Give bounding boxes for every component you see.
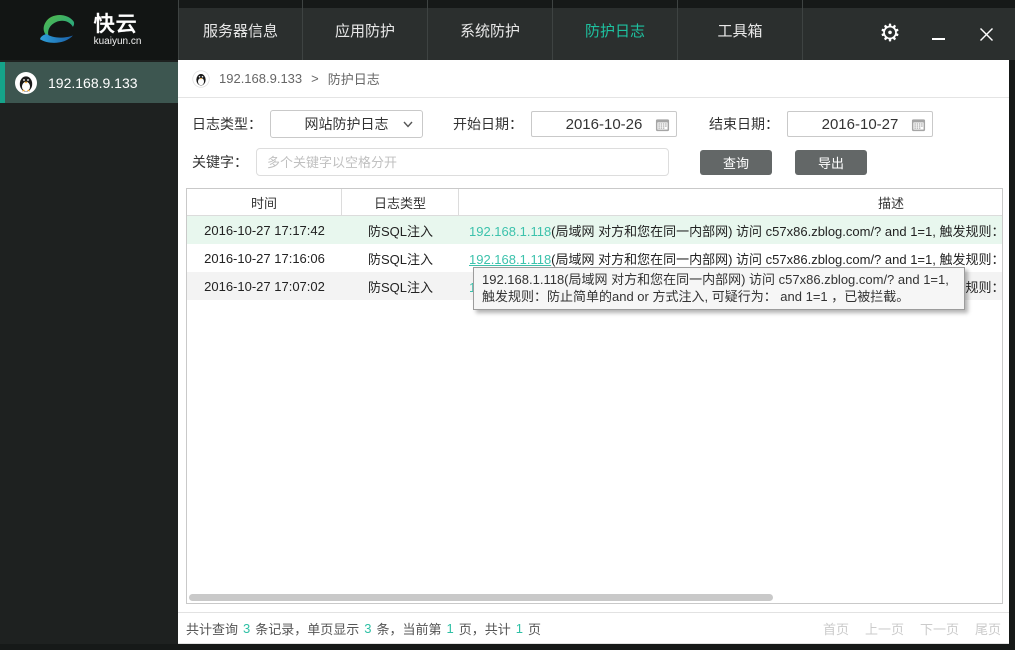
start-date-label: 开始日期： <box>453 116 523 132</box>
pagination-links: 首页 上一页 下一页 尾页 <box>823 619 1001 638</box>
main-nav: 服务器信息 应用防护 系统防护 防护日志 工具箱 <box>178 0 803 60</box>
cell-log-type: 防SQL注入 <box>367 279 433 295</box>
end-date-input[interactable]: 2016-10-27 <box>787 111 933 137</box>
breadcrumb-separator: > <box>311 71 319 86</box>
total-records-count: 3 <box>243 620 251 636</box>
total-pages-count: 1 <box>515 620 523 636</box>
tab-system-protection[interactable]: 系统防护 <box>428 0 553 60</box>
cell-description: 192.168.1.118(局域网 对方和您在同一内部网) 访问 c57x86.… <box>459 221 1002 240</box>
per-page-count: 3 <box>364 620 372 636</box>
top-bar: 快云 kuaiyun.cn 服务器信息 应用防护 系统防护 防护日志 工具箱 ⚙ <box>0 0 1015 60</box>
summary-text: 条，当前第 <box>376 621 442 637</box>
log-type-value: 网站防护日志 <box>304 116 389 132</box>
calendar-icon[interactable] <box>911 117 926 132</box>
tab-server-info[interactable]: 服务器信息 <box>178 0 303 60</box>
close-button[interactable] <box>969 17 1003 51</box>
description-tooltip: 192.168.1.118(局域网 对方和您在同一内部网) 访问 c57x86.… <box>473 267 965 310</box>
linux-penguin-icon <box>15 71 37 94</box>
cell-log-type: 防SQL注入 <box>367 223 433 239</box>
header-time: 时间 <box>187 189 342 215</box>
source-ip-link[interactable]: 192.168.1.118 <box>469 252 551 267</box>
horizontal-scrollbar[interactable] <box>189 594 773 601</box>
server-ip-label: 192.168.9.133 <box>48 74 138 91</box>
header-description: 描述 <box>877 195 904 211</box>
log-type-select[interactable]: 网站防护日志 <box>270 110 423 138</box>
summary-text: 条记录，单页显示 <box>255 621 360 637</box>
log-type-label: 日志类型： <box>192 116 262 132</box>
breadcrumb-page: 防护日志 <box>327 72 380 87</box>
description-text: (局域网 对方和您在同一内部网) 访问 c57x86.zblog.com/? a… <box>551 251 1002 267</box>
gear-icon: ⚙ <box>879 20 901 47</box>
tab-toolbox[interactable]: 工具箱 <box>678 0 803 60</box>
summary-text: 页，共计 <box>458 621 511 637</box>
table-header-row: 时间 日志类型 描述 <box>187 189 1002 216</box>
window-right-edge <box>1009 60 1015 650</box>
chevron-down-icon <box>403 121 413 128</box>
breadcrumb-server: 192.168.9.133 <box>219 71 303 86</box>
keyword-label: 关键字： <box>192 154 248 170</box>
cell-log-type: 防SQL注入 <box>367 251 433 267</box>
logo-subtitle: kuaiyun.cn <box>93 35 142 47</box>
header-log-type: 日志类型 <box>342 189 459 215</box>
table-row[interactable]: 2016-10-27 17:17:42 防SQL注入 192.168.1.118… <box>187 216 1002 244</box>
app-window: 快云 kuaiyun.cn 服务器信息 应用防护 系统防护 防护日志 工具箱 ⚙ <box>0 0 1015 650</box>
close-icon <box>979 27 993 41</box>
filter-row-1: 日志类型： 网站防护日志 开始日期： 2016-10-26 结束日期： 2016… <box>192 110 933 138</box>
sidebar-item-server[interactable]: 192.168.9.133 <box>0 62 178 103</box>
kuaiyun-swirl-icon <box>39 14 74 43</box>
end-date-label: 结束日期： <box>709 116 779 132</box>
cell-description: 192.168.1.118(局域网 对方和您在同一内部网) 访问 c57x86.… <box>459 249 1002 268</box>
linux-penguin-icon <box>192 69 210 88</box>
source-ip-link[interactable]: 192.168.1.118 <box>469 224 551 239</box>
window-controls: ⚙ <box>873 8 1003 60</box>
keyword-input[interactable] <box>256 148 669 176</box>
end-date-value: 2016-10-27 <box>821 115 899 133</box>
description-text: (局域网 对方和您在同一内部网) 访问 c57x86.zblog.com/? a… <box>551 223 1002 239</box>
filter-row-2: 关键字： 查询 导出 <box>192 148 867 176</box>
summary-text: 共计查询 <box>186 621 239 637</box>
prev-page-link[interactable]: 上一页 <box>865 619 904 638</box>
server-sidebar: 192.168.9.133 <box>0 60 178 650</box>
main-content: 192.168.9.133 > 防护日志 日志类型： 网站防护日志 开始日期： … <box>178 60 1009 644</box>
breadcrumb: 192.168.9.133 > 防护日志 <box>178 60 1009 98</box>
next-page-link[interactable]: 下一页 <box>920 619 959 638</box>
log-table: 时间 日志类型 描述 2016-10-27 17:17:42 防SQL注入 19… <box>186 188 1003 604</box>
window-bottom-edge <box>0 644 1015 650</box>
query-button[interactable]: 查询 <box>700 149 772 175</box>
current-page-number: 1 <box>446 620 454 636</box>
summary-text: 页 <box>528 621 542 637</box>
calendar-icon[interactable] <box>655 117 670 132</box>
pagination-bar: 共计查询 3 条记录，单页显示 3 条，当前第 1 页，共计 1 页 首页 上一… <box>178 612 1009 644</box>
settings-button[interactable]: ⚙ <box>873 17 907 51</box>
app-logo: 快云 kuaiyun.cn <box>0 0 178 60</box>
logo-title: 快云 <box>93 12 138 36</box>
minimize-icon <box>931 38 945 40</box>
last-page-link[interactable]: 尾页 <box>975 619 1001 638</box>
minimize-button[interactable] <box>921 17 955 51</box>
cell-time: 2016-10-27 17:07:02 <box>204 278 325 294</box>
pagination-summary: 共计查询 3 条记录，单页显示 3 条，当前第 1 页，共计 1 页 <box>186 619 541 638</box>
export-button[interactable]: 导出 <box>795 149 867 175</box>
tab-protection-logs[interactable]: 防护日志 <box>553 0 678 60</box>
start-date-input[interactable]: 2016-10-26 <box>531 111 677 137</box>
cell-time: 2016-10-27 17:17:42 <box>204 222 325 238</box>
selected-accent-bar <box>0 62 5 103</box>
cell-time: 2016-10-27 17:16:06 <box>204 250 325 266</box>
start-date-value: 2016-10-26 <box>565 115 643 133</box>
first-page-link[interactable]: 首页 <box>823 619 849 638</box>
tab-app-protection[interactable]: 应用防护 <box>303 0 428 60</box>
